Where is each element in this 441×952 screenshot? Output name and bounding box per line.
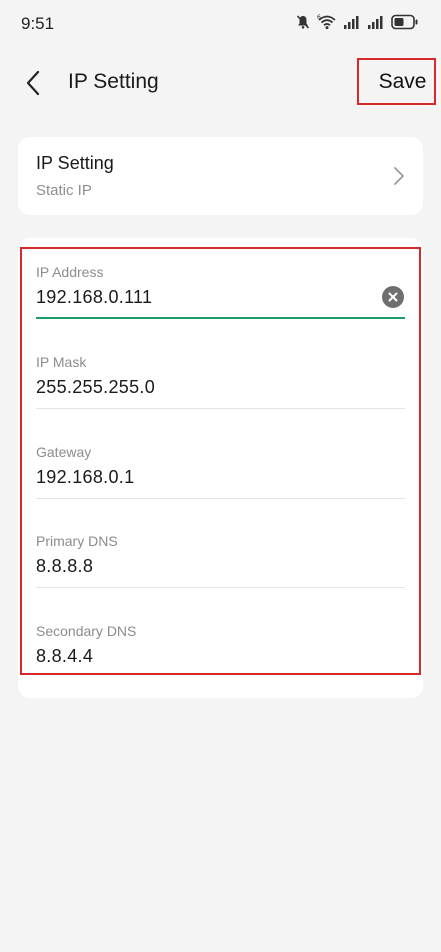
chevron-right-icon	[394, 167, 404, 185]
ip-address-input[interactable]	[36, 284, 366, 310]
secondary-dns-field: Secondary DNS	[36, 623, 405, 699]
svg-text:6: 6	[317, 14, 321, 21]
signal-icon	[343, 15, 361, 29]
gateway-input[interactable]	[36, 464, 366, 490]
app-header: IP Setting Save	[0, 56, 441, 110]
chevron-left-icon	[26, 70, 40, 96]
field-label: IP Mask	[36, 354, 87, 370]
field-label: IP Address	[36, 264, 104, 280]
primary-dns-input[interactable]	[36, 553, 366, 579]
field-underline	[36, 587, 405, 588]
field-underline	[36, 408, 405, 409]
back-button[interactable]	[18, 66, 48, 100]
field-underline	[36, 498, 405, 499]
page-title: IP Setting	[68, 70, 159, 93]
ip-setting-mode-title: IP Setting	[36, 153, 114, 173]
primary-dns-field: Primary DNS	[36, 533, 405, 609]
field-label: Primary DNS	[36, 533, 118, 549]
field-label: Secondary DNS	[36, 623, 137, 639]
gateway-field: Gateway	[36, 444, 405, 520]
signal-icon	[367, 15, 385, 29]
bell-muted-icon	[295, 14, 311, 30]
battery-icon	[391, 14, 419, 30]
field-label: Gateway	[36, 444, 92, 460]
field-underline	[36, 317, 405, 319]
ip-address-field: IP Address	[36, 264, 405, 340]
save-button[interactable]: Save	[357, 58, 436, 105]
ip-mask-input[interactable]	[36, 374, 366, 400]
ip-setting-mode-value: Static IP	[36, 182, 92, 199]
ip-fields-card: IP Address IP Mask Gateway Primary DNS S…	[18, 238, 423, 698]
status-time: 9:51	[21, 14, 55, 33]
status-icons: 6	[295, 14, 419, 30]
close-icon	[388, 292, 398, 302]
ip-setting-mode-row[interactable]: IP Setting Static IP	[18, 137, 423, 215]
wifi-6-icon: 6	[317, 14, 337, 30]
ip-mask-field: IP Mask	[36, 354, 405, 430]
secondary-dns-input[interactable]	[36, 643, 366, 669]
status-bar: 9:51 6	[0, 0, 441, 50]
clear-input-button[interactable]	[382, 286, 404, 308]
